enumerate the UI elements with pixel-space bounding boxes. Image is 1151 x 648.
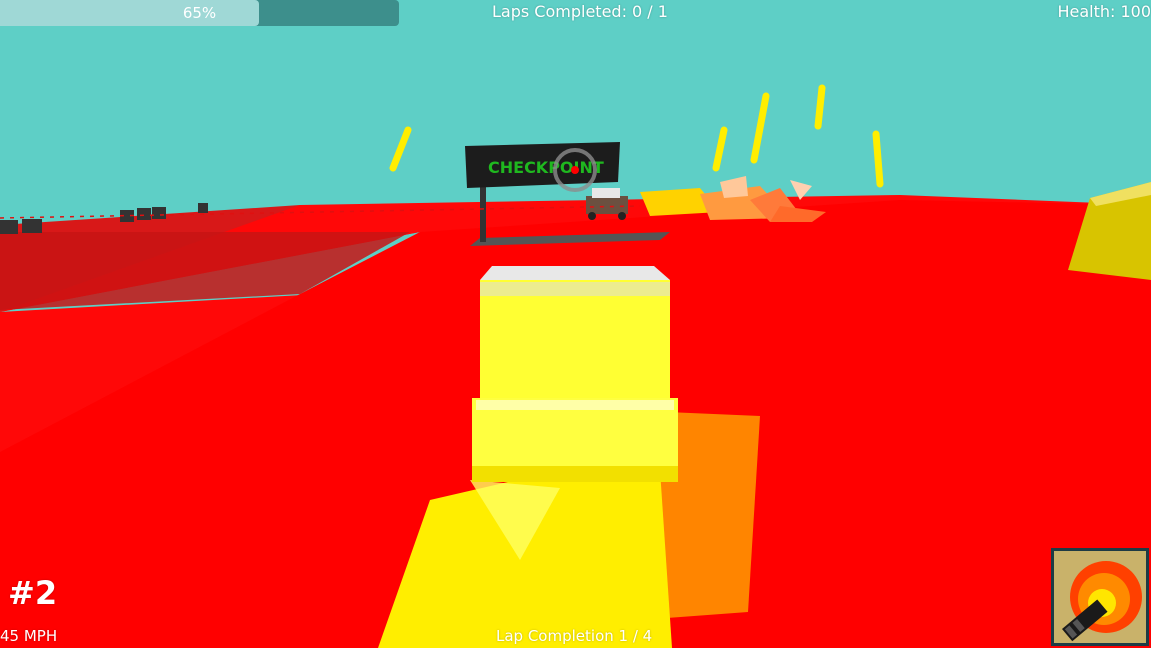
race-progress-bar: 65% bbox=[0, 0, 399, 26]
minigun-explosion-icon bbox=[1054, 551, 1146, 643]
race-progress-label: 65% bbox=[182, 4, 217, 22]
speedometer: 45 MPH bbox=[0, 627, 58, 645]
race-position: #2 bbox=[8, 574, 58, 612]
weapon-slot bbox=[1051, 548, 1149, 646]
laps-completed-text: Laps Completed: 0 / 1 bbox=[492, 2, 668, 21]
health-text: Health: 100 bbox=[1057, 2, 1151, 21]
checkpoint-pole bbox=[480, 186, 486, 242]
game-scene: CHECKPOINT bbox=[0, 0, 1151, 648]
checkpoint-sign-text: CHECKPOINT bbox=[488, 158, 604, 177]
player-car bbox=[472, 266, 678, 482]
lap-completion-text: Lap Completion 1 / 4 bbox=[496, 627, 653, 645]
